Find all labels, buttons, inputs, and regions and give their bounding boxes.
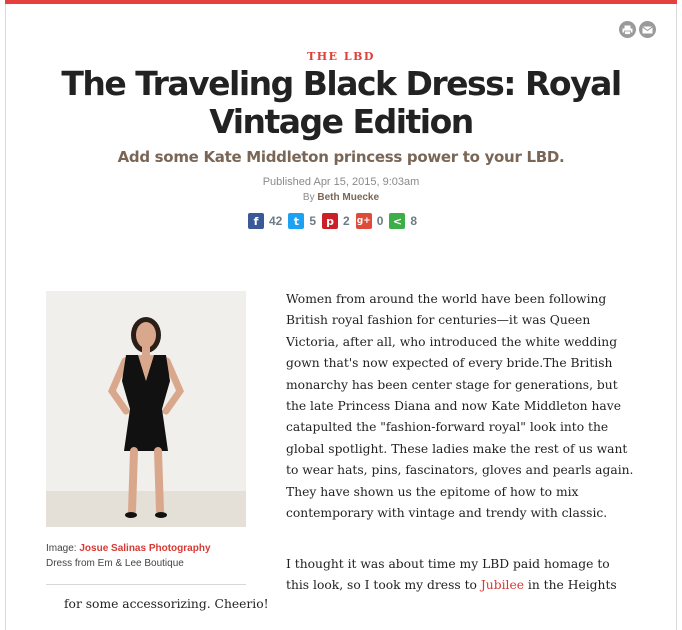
paragraph-text: in the Heights [524, 578, 617, 593]
share-googleplus[interactable]: g+ 0 [355, 213, 384, 229]
body-paragraph-1: Women from around the world have been fo… [286, 292, 634, 521]
share-generic[interactable]: < 8 [389, 213, 417, 229]
caption-prefix: Image: [46, 543, 77, 554]
share-icon: < [389, 213, 406, 229]
twitter-icon: t [288, 213, 305, 229]
share-count: 42 [269, 214, 283, 228]
byline: By Beth Muecke [0, 192, 682, 203]
share-count: 0 [376, 214, 384, 228]
article-title: The Traveling Black Dress: Royal Vintage… [61, 64, 622, 141]
caption-divider [46, 584, 246, 585]
pinterest-icon: p [322, 213, 339, 229]
author-link[interactable]: Beth Muecke [317, 192, 379, 203]
article-photo [46, 291, 246, 527]
share-bar: f 42 t 5 p 2 g+ 0 < 8 [248, 213, 423, 229]
facebook-icon: f [248, 213, 264, 229]
email-icon[interactable] [639, 21, 656, 38]
article-tools [619, 21, 656, 38]
body-paragraph-3: for some accessorizing. Cheerio! [64, 597, 269, 611]
byline-prefix: By [302, 192, 315, 203]
google-plus-icon: g+ [355, 213, 372, 229]
share-pinterest[interactable]: p 2 [322, 213, 350, 229]
page-border-left [5, 4, 6, 630]
section-label[interactable]: THE LBD [0, 50, 682, 63]
photo-caption: Image: Josue Salinas Photography Dress f… [46, 541, 211, 571]
body-paragraph-2: I thought it was about time my LBD paid … [286, 554, 636, 597]
caption-note: Dress from Em & Lee Boutique [46, 558, 184, 569]
article-subtitle: Add some Kate Middleton princess power t… [117, 148, 565, 166]
caption-credit-line: Image: Josue Salinas Photography [46, 541, 211, 556]
share-facebook[interactable]: f 42 [248, 213, 282, 229]
share-count: 5 [309, 214, 317, 228]
share-count: 2 [343, 214, 350, 228]
print-icon[interactable] [619, 21, 636, 38]
publish-date: Published Apr 15, 2015, 9:03am [262, 176, 420, 188]
page-border-right [676, 4, 677, 630]
top-accent-bar [5, 0, 677, 4]
share-twitter[interactable]: t 5 [288, 213, 316, 229]
photo-credit-link[interactable]: Josue Salinas Photography [79, 543, 210, 554]
share-count: 8 [410, 214, 418, 228]
jubilee-link[interactable]: Jubilee [481, 578, 524, 592]
